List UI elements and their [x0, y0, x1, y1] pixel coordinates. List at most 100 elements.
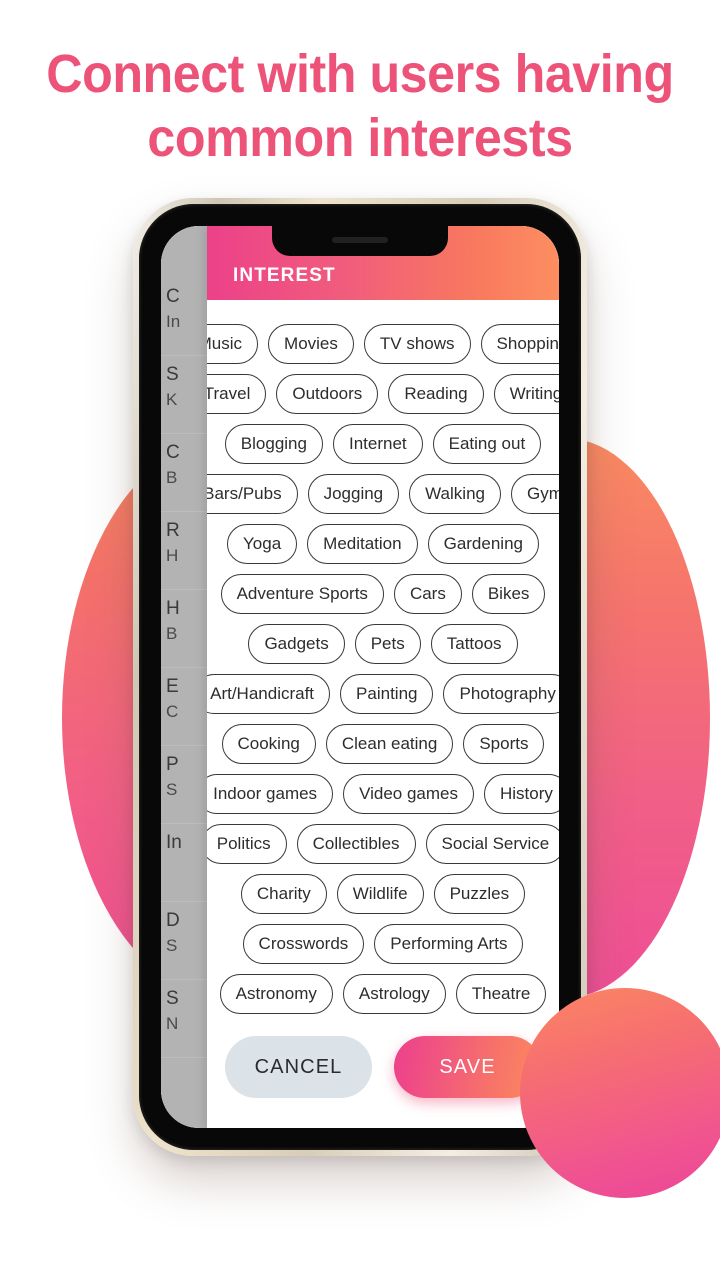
interest-chip[interactable]: Sports [463, 724, 545, 764]
chip-row: Adventure Sports Cars Bikes [219, 574, 547, 614]
interest-chip[interactable]: Crosswords [242, 924, 365, 964]
interest-chip[interactable]: Video games [343, 774, 474, 814]
chip-row: Bars/Pubs Jogging Walking Gym [207, 474, 559, 514]
page-headline: Connect with users having common interes… [25, 42, 695, 170]
phone-mockup: CInSKCBRHHBECPSInDSSN INTEREST MusicMovi… [133, 198, 587, 1156]
interest-chip[interactable]: Eating out [432, 424, 542, 464]
interest-chip[interactable]: Jogging [307, 474, 400, 514]
interest-modal: INTEREST MusicMoviesTV showsShopping Trav… [207, 226, 559, 1128]
interest-chip[interactable]: Painting [340, 674, 434, 714]
background-list-item: EC [161, 668, 207, 746]
background-list-item-title: C [166, 286, 180, 307]
phone-bezel: CInSKCBRHHBECPSInDSSN INTEREST MusicMovi… [139, 204, 581, 1150]
background-list-item-title: E [166, 676, 179, 697]
modal-title: INTEREST [233, 265, 336, 286]
headline-line-2: common interests [147, 108, 573, 168]
interest-chip[interactable]: Gardening [427, 524, 539, 564]
background-list-item: PS [161, 746, 207, 824]
decorative-circle-bottom-right [520, 988, 720, 1198]
interest-chip[interactable]: Shopping [480, 324, 559, 364]
background-list-item-title: H [166, 598, 180, 619]
interest-chip[interactable]: Reading [388, 374, 484, 414]
background-list-item-title: R [166, 520, 180, 541]
chip-row: Politics Collectibles Social Service [207, 824, 559, 864]
interest-chip[interactable]: Movies [268, 324, 354, 364]
background-list-item-subtitle: S [166, 936, 178, 955]
interest-chip[interactable]: Politics [207, 824, 287, 864]
interest-chip[interactable]: Internet [332, 424, 423, 464]
save-button[interactable]: SAVE [394, 1036, 541, 1098]
interest-chip[interactable]: Collectibles [296, 824, 416, 864]
background-list-item-title: P [166, 754, 179, 775]
interest-chip[interactable]: Charity [240, 874, 327, 914]
background-list-item-title: In [166, 832, 182, 853]
interest-chip[interactable]: Cars [393, 574, 462, 614]
background-list-item: In [161, 824, 207, 902]
interest-chip[interactable]: Social Service [425, 824, 559, 864]
chip-row: Astronomy Astrology Theatre [219, 974, 547, 1014]
background-list-item: HB [161, 590, 207, 668]
interest-chip[interactable]: Gym [510, 474, 559, 514]
interest-chip[interactable]: Puzzles [433, 874, 526, 914]
background-list-item-title: S [166, 988, 179, 1009]
phone-notch [272, 226, 448, 256]
background-list-item: SK [161, 356, 207, 434]
chip-row: Yoga Meditation Gardening [219, 524, 547, 564]
headline-line-1: Connect with users having [46, 44, 674, 104]
background-list-item-subtitle: S [166, 780, 178, 799]
interest-chip[interactable]: Bikes [471, 574, 546, 614]
interest-chip[interactable]: Performing Arts [374, 924, 524, 964]
background-list-item-subtitle: B [166, 468, 178, 487]
interest-chip[interactable]: Astronomy [219, 974, 333, 1014]
interest-chip[interactable]: Blogging [224, 424, 323, 464]
interest-chip[interactable]: Wildlife [336, 874, 424, 914]
chip-row: Gadgets Pets Tattoos [219, 624, 547, 664]
interest-chip[interactable]: Indoor games [207, 774, 334, 814]
interest-chip[interactable]: Astrology [342, 974, 446, 1014]
interest-chip[interactable]: History [483, 774, 559, 814]
chip-row: MusicMoviesTV showsShopping [207, 324, 559, 364]
background-list-item: SN [161, 980, 207, 1058]
interest-chip[interactable]: Travel [207, 374, 267, 414]
interest-chip[interactable]: Cooking [221, 724, 316, 764]
interest-chip[interactable]: Tattoos [430, 624, 518, 664]
interest-chip[interactable]: Meditation [307, 524, 418, 564]
background-list-item-subtitle: H [166, 546, 179, 565]
interest-chip[interactable]: Yoga [227, 524, 298, 564]
interest-chip[interactable]: Photography [443, 674, 559, 714]
chip-row: Crosswords Performing Arts [219, 924, 547, 964]
chip-row: Art/Handicraft Painting Photography [207, 674, 559, 714]
interest-chip[interactable]: TV shows [363, 324, 471, 364]
interest-chip[interactable]: Writing [493, 374, 559, 414]
background-list-item-title: D [166, 910, 180, 931]
interest-chip[interactable]: Bars/Pubs [207, 474, 298, 514]
chip-row: Blogging Internet Eating out [219, 424, 547, 464]
interest-chip[interactable]: Gadgets [248, 624, 345, 664]
interest-chip[interactable]: Music [207, 324, 259, 364]
interest-chip[interactable]: Clean eating [325, 724, 454, 764]
chip-row: Travel Outdoors Reading Writing [207, 374, 559, 414]
background-list-item: CB [161, 434, 207, 512]
interest-chip[interactable]: Art/Handicraft [207, 674, 331, 714]
interest-chip[interactable]: Walking [409, 474, 501, 514]
background-list-item-subtitle: K [166, 390, 178, 409]
interest-chip[interactable]: Outdoors [276, 374, 379, 414]
interest-chip[interactable]: Pets [354, 624, 421, 664]
background-list-item: C In [161, 278, 207, 356]
speaker-grille-icon [332, 237, 388, 243]
phone-screen: CInSKCBRHHBECPSInDSSN INTEREST MusicMovi… [161, 226, 559, 1128]
chip-row: Indoor games Video games History [207, 774, 559, 814]
background-list-item: DS [161, 902, 207, 980]
chip-row: Charity Wildlife Puzzles [219, 874, 547, 914]
background-list-item-title: C [166, 442, 180, 463]
interest-chip[interactable]: Adventure Sports [220, 574, 384, 614]
background-list: C In S K C B R H H B E C P S In D S S N [161, 226, 207, 1128]
modal-footer: CANCEL SAVE [207, 1024, 559, 1128]
background-list-item-title: S [166, 364, 179, 385]
interest-chip[interactable]: Theatre [455, 974, 547, 1014]
cancel-button[interactable]: CANCEL [225, 1036, 372, 1098]
background-list-item-subtitle: C [166, 702, 179, 721]
background-list-item-subtitle: B [166, 624, 178, 643]
background-list-item-subtitle: In [166, 312, 181, 331]
background-list-item: RH [161, 512, 207, 590]
